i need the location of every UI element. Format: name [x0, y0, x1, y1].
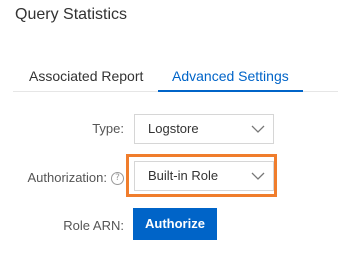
type-select-value: Logstore [148, 121, 199, 136]
chevron-down-icon [251, 125, 265, 133]
question-circle-icon[interactable]: ? [111, 171, 124, 185]
authorization-select[interactable]: Built-in Role [134, 161, 274, 191]
authorization-label-group: Authorization: ? [27, 170, 124, 186]
authorization-select-value: Built-in Role [148, 168, 219, 183]
tab-associated-report[interactable]: Associated Report [29, 67, 143, 85]
tab-bar: Associated Report Advanced Settings [13, 59, 338, 92]
page-title: Query Statistics [15, 6, 128, 23]
role-arn-label: Role ARN: [63, 218, 124, 233]
authorization-label: Authorization: [27, 170, 108, 185]
active-tab-indicator [158, 90, 303, 92]
type-label: Type: [92, 121, 124, 136]
type-select[interactable]: Logstore [134, 114, 274, 144]
authorize-button[interactable]: Authorize [133, 208, 217, 240]
tab-advanced-settings[interactable]: Advanced Settings [172, 67, 289, 85]
chevron-down-icon [251, 172, 265, 180]
